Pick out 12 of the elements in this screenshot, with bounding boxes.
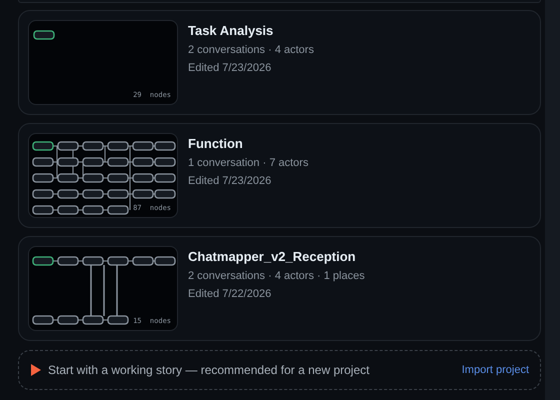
import-project-link[interactable]: Import project [462,362,529,378]
edited-date: Edited 7/23/2026 [188,174,272,189]
project-title: Task Analysis [188,22,274,40]
edited-date: Edited 7/22/2026 [188,287,272,302]
project-title: Chatmapper_v2_Reception [188,248,357,266]
project-title: Function [188,135,244,153]
starter-text: Start with a working story — recommended for a new project [48,362,370,379]
project-meta: 2 conversations · 4 actors [188,43,314,58]
project-meta: 1 conversation · 7 actors [188,156,308,171]
project-meta: 2 conversations · 4 actors · 1 places [188,269,365,284]
play-icon [30,364,42,376]
edited-date: Edited 7/23/2026 [188,61,272,76]
